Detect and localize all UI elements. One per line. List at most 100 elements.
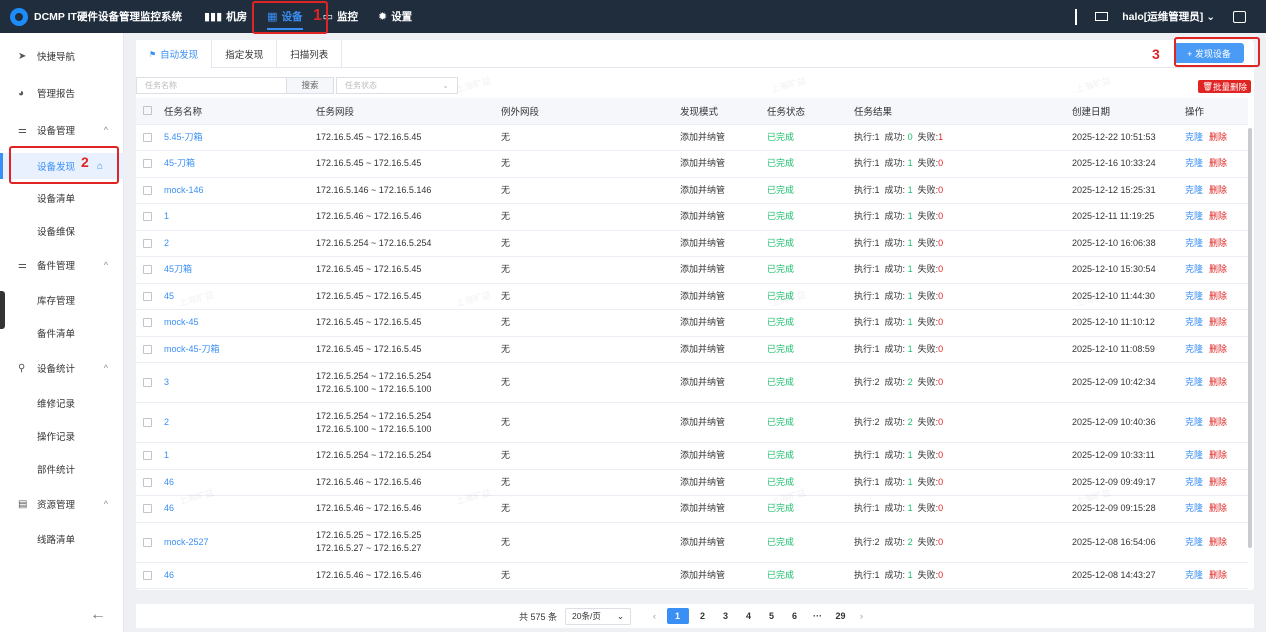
task-name-link[interactable]: 45 bbox=[164, 291, 174, 301]
task-name-link[interactable]: mock-146 bbox=[164, 185, 204, 195]
clone-button[interactable]: 克隆 bbox=[1185, 291, 1203, 301]
clone-button[interactable]: 克隆 bbox=[1185, 158, 1203, 168]
column-header[interactable]: 任务状态 bbox=[763, 98, 850, 125]
sidebar-item-quick-nav[interactable]: ➤ 快捷导航 bbox=[0, 44, 124, 68]
row-checkbox[interactable] bbox=[143, 132, 152, 142]
clone-button[interactable]: 克隆 bbox=[1185, 238, 1203, 248]
task-name-link[interactable]: 3 bbox=[164, 377, 169, 387]
clone-button[interactable]: 克隆 bbox=[1185, 537, 1203, 547]
page-button[interactable]: 5 bbox=[763, 608, 781, 624]
task-name-link[interactable]: 1 bbox=[164, 450, 169, 460]
row-checkbox[interactable] bbox=[143, 291, 152, 301]
task-name-link[interactable]: 45刀箱 bbox=[164, 264, 192, 274]
page-button[interactable]: 4 bbox=[740, 608, 758, 624]
row-checkbox[interactable] bbox=[143, 212, 152, 222]
row-checkbox[interactable] bbox=[143, 477, 152, 487]
delete-button[interactable]: 删除 bbox=[1209, 417, 1227, 427]
task-name-input[interactable]: 任务名称 bbox=[136, 76, 286, 94]
page-button[interactable]: 2 bbox=[694, 608, 712, 624]
task-name-link[interactable]: 5.45-刀箱 bbox=[164, 132, 203, 142]
column-header[interactable]: 例外网段 bbox=[497, 98, 676, 125]
sidebar-group-device-stats[interactable]: ⚲ 设备统计 ^ bbox=[0, 356, 124, 380]
task-name-link[interactable]: mock-45 bbox=[164, 317, 199, 327]
table-scrollbar[interactable] bbox=[1248, 128, 1252, 548]
nav-item-settings[interactable]: ✹ 设置 bbox=[368, 0, 422, 33]
row-checkbox[interactable] bbox=[143, 504, 152, 514]
clone-button[interactable]: 克隆 bbox=[1185, 377, 1203, 387]
delete-button[interactable]: 删除 bbox=[1209, 344, 1227, 354]
sidebar-group-device-mgmt[interactable]: ⚌ 设备管理 ^ bbox=[0, 118, 124, 142]
clone-button[interactable]: 克隆 bbox=[1185, 417, 1203, 427]
column-header[interactable]: 任务结果 bbox=[850, 98, 1068, 125]
delete-button[interactable]: 删除 bbox=[1209, 317, 1227, 327]
page-button[interactable]: 29 bbox=[832, 608, 850, 624]
row-checkbox[interactable] bbox=[143, 537, 152, 547]
task-name-link[interactable]: 2 bbox=[164, 238, 169, 248]
page-button[interactable]: 3 bbox=[717, 608, 735, 624]
select-all-checkbox[interactable] bbox=[143, 106, 152, 116]
clone-button[interactable]: 克隆 bbox=[1185, 570, 1203, 580]
page-size-select[interactable]: 20条/页 ⌄ bbox=[565, 607, 632, 625]
delete-button[interactable]: 删除 bbox=[1209, 238, 1227, 248]
delete-button[interactable]: 删除 bbox=[1209, 291, 1227, 301]
delete-button[interactable]: 删除 bbox=[1209, 477, 1227, 487]
sidebar-item-device-list[interactable]: 设备清单 bbox=[0, 186, 124, 210]
delete-button[interactable]: 删除 bbox=[1209, 570, 1227, 580]
clone-button[interactable]: 克隆 bbox=[1185, 450, 1203, 460]
delete-button[interactable]: 删除 bbox=[1209, 158, 1227, 168]
task-name-link[interactable]: mock-2527 bbox=[164, 537, 209, 547]
clone-button[interactable]: 克隆 bbox=[1185, 317, 1203, 327]
row-checkbox[interactable] bbox=[143, 238, 152, 248]
page-button[interactable]: 1 bbox=[666, 608, 689, 624]
next-page-icon[interactable]: › bbox=[860, 611, 863, 621]
task-status-select[interactable]: 任务状态 ⌄ bbox=[336, 76, 458, 94]
row-checkbox[interactable] bbox=[143, 185, 152, 195]
delete-button[interactable]: 删除 bbox=[1209, 503, 1227, 513]
task-name-link[interactable]: 46 bbox=[164, 503, 174, 513]
page-button[interactable]: 6 bbox=[786, 608, 804, 624]
clone-button[interactable]: 克隆 bbox=[1185, 477, 1203, 487]
row-checkbox[interactable] bbox=[143, 570, 152, 580]
sidebar-item-repair-log[interactable]: 维修记录 bbox=[0, 391, 124, 415]
clone-button[interactable]: 克隆 bbox=[1185, 344, 1203, 354]
column-header[interactable]: 任务名称 bbox=[160, 98, 312, 125]
tab-scan-list[interactable]: 扫描列表 bbox=[277, 40, 343, 68]
user-menu[interactable]: halo[运维管理员] ⌄ bbox=[1122, 9, 1215, 24]
row-checkbox[interactable] bbox=[143, 159, 152, 169]
search-button[interactable]: 搜索 bbox=[286, 76, 334, 94]
sidebar-item-inventory[interactable]: 库存管理 bbox=[0, 288, 124, 312]
nav-item-room[interactable]: ▮▮▮ 机房 bbox=[194, 0, 257, 33]
delete-button[interactable]: 删除 bbox=[1209, 132, 1227, 142]
nav-item-device[interactable]: ▦ 设备 bbox=[257, 0, 312, 33]
add-discovery-button[interactable]: + 发现设备 bbox=[1174, 43, 1244, 63]
task-name-link[interactable]: 1 bbox=[164, 211, 169, 221]
column-header[interactable]: 任务网段 bbox=[312, 98, 497, 125]
clone-button[interactable]: 克隆 bbox=[1185, 132, 1203, 142]
column-header[interactable]: 创建日期 bbox=[1068, 98, 1181, 125]
sidebar-item-spare-list[interactable]: 备件清单 bbox=[0, 321, 124, 345]
clone-button[interactable]: 克隆 bbox=[1185, 264, 1203, 274]
sidebar-item-component-stats[interactable]: 部件统计 bbox=[0, 457, 124, 481]
row-checkbox[interactable] bbox=[143, 265, 152, 275]
prev-page-icon[interactable]: ‹ bbox=[653, 611, 656, 621]
row-checkbox[interactable] bbox=[143, 318, 152, 328]
sidebar-group-resource-mgmt[interactable]: ▤ 资源管理 ^ bbox=[0, 492, 124, 516]
batch-delete-button[interactable]: 🗑︎ 批量删除 bbox=[1198, 80, 1251, 93]
clone-button[interactable]: 克隆 bbox=[1185, 503, 1203, 513]
tab-specified-discovery[interactable]: 指定发现 bbox=[212, 40, 278, 68]
delete-button[interactable]: 删除 bbox=[1209, 537, 1227, 547]
delete-button[interactable]: 删除 bbox=[1209, 211, 1227, 221]
row-checkbox[interactable] bbox=[143, 418, 152, 428]
delete-button[interactable]: 删除 bbox=[1209, 450, 1227, 460]
sidebar-group-spare-parts[interactable]: ⚌ 备件管理 ^ bbox=[0, 253, 124, 277]
sidebar-item-operation-log[interactable]: 操作记录 bbox=[0, 424, 124, 448]
collapse-arrow-icon[interactable]: ← bbox=[90, 606, 106, 624]
row-checkbox[interactable] bbox=[143, 378, 152, 388]
row-checkbox[interactable] bbox=[143, 451, 152, 461]
sidebar-item-line-list[interactable]: 线路清单 bbox=[0, 527, 124, 551]
sidebar-item-device-warranty[interactable]: 设备维保 bbox=[0, 219, 124, 243]
task-name-link[interactable]: 2 bbox=[164, 417, 169, 427]
row-checkbox[interactable] bbox=[143, 344, 152, 354]
mail-icon[interactable] bbox=[1095, 12, 1109, 21]
clone-button[interactable]: 克隆 bbox=[1185, 211, 1203, 221]
